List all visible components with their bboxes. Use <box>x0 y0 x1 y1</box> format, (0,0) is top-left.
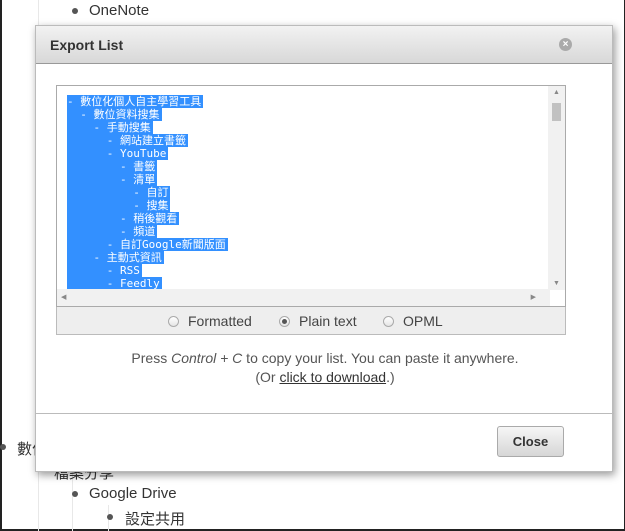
export-line: - RSS <box>67 264 228 277</box>
footer-divider <box>36 413 614 414</box>
bullet <box>72 8 78 14</box>
format-formatted[interactable]: Formatted <box>168 313 252 329</box>
download-hint: (Or click to download.) <box>36 369 614 385</box>
format-options: Formatted Plain text OPML <box>56 307 566 335</box>
format-opml[interactable]: OPML <box>383 313 443 329</box>
export-line: - 數位化個人自主學習工具 <box>67 95 228 108</box>
bullet <box>0 444 6 450</box>
export-line: - 頻道 <box>67 225 228 238</box>
export-line: - 清單 <box>67 173 228 186</box>
export-line-text: - 自訂 <box>67 186 171 199</box>
export-textarea[interactable]: - 數位化個人自主學習工具 - 數位資料搜集 - 手動搜集 - 網站建立書籤 -… <box>56 85 566 307</box>
shortcut-key: Control + C <box>171 350 243 366</box>
bullet <box>107 514 113 520</box>
export-list-dialog: Export List × - 數位化個人自主學習工具 - 數位資料搜集 - 手… <box>35 25 614 472</box>
radio-formatted[interactable] <box>168 315 179 327</box>
export-line-text: - YouTube <box>67 147 169 160</box>
export-line-text: - 手動搜集 <box>67 121 153 134</box>
export-line: - 自訂Google新聞版面 <box>67 238 228 251</box>
text: to copy your list. You can paste it anyw… <box>242 350 519 366</box>
export-line: - 主動式資訊 <box>67 251 228 264</box>
export-line-text: - 數位化個人自主學習工具 <box>67 95 204 108</box>
format-label: Plain text <box>299 313 357 329</box>
scroll-left-icon[interactable]: ◀ <box>61 293 66 301</box>
text: Press <box>131 350 172 366</box>
export-line-text: - 清單 <box>67 173 158 186</box>
text: (Or <box>255 369 280 385</box>
radio-plain-text[interactable] <box>279 315 290 327</box>
radio-opml[interactable] <box>383 315 394 327</box>
dialog-title: Export List <box>50 37 124 53</box>
format-label: OPML <box>403 313 443 329</box>
close-icon[interactable]: × <box>559 38 572 51</box>
close-button[interactable]: Close <box>497 426 564 457</box>
outline-item[interactable]: 設定共用 <box>125 508 185 529</box>
text: .) <box>386 369 395 385</box>
export-line-text: - 自訂Google新聞版面 <box>67 238 228 251</box>
vertical-scrollbar[interactable]: ▲ ▼ <box>548 86 565 290</box>
export-line: - 手動搜集 <box>67 121 228 134</box>
export-line: - 自訂 <box>67 186 228 199</box>
export-line: - 稍後觀看 <box>67 212 228 225</box>
export-line-text: - 網站建立書籤 <box>67 134 188 147</box>
export-line: - 搜集 <box>67 199 228 212</box>
export-line-text: - 稍後觀看 <box>67 212 180 225</box>
scroll-up-icon[interactable]: ▲ <box>553 89 560 96</box>
export-line: - YouTube <box>67 147 228 160</box>
export-line-text: - 搜集 <box>67 199 171 212</box>
copy-instructions: Press Control + C to copy your list. You… <box>36 350 614 366</box>
export-line-text: - 頻道 <box>67 225 158 238</box>
format-plain-text[interactable]: Plain text <box>279 313 357 329</box>
dialog-header: Export List × <box>36 26 612 64</box>
horizontal-scrollbar[interactable]: ◀ ▶ <box>57 289 550 306</box>
format-label: Formatted <box>188 313 252 329</box>
scroll-thumb[interactable] <box>552 103 561 121</box>
export-line: - 數位資料搜集 <box>67 108 228 121</box>
bullet <box>72 491 78 497</box>
outline-item[interactable]: Google Drive <box>89 485 177 502</box>
export-line: - 網站建立書籤 <box>67 134 228 147</box>
export-line-text: - RSS <box>67 264 142 277</box>
scroll-down-icon[interactable]: ▼ <box>553 280 560 287</box>
export-line-text: - 書籤 <box>67 160 158 173</box>
download-link[interactable]: click to download <box>279 369 386 385</box>
outline-item[interactable]: OneNote <box>89 2 149 19</box>
export-line: - 書籤 <box>67 160 228 173</box>
export-line-text: - 主動式資訊 <box>67 251 164 264</box>
scroll-right-icon[interactable]: ▶ <box>531 293 536 301</box>
export-line-text: - 數位資料搜集 <box>67 108 162 121</box>
export-text: - 數位化個人自主學習工具 - 數位資料搜集 - 手動搜集 - 網站建立書籤 -… <box>67 95 228 290</box>
